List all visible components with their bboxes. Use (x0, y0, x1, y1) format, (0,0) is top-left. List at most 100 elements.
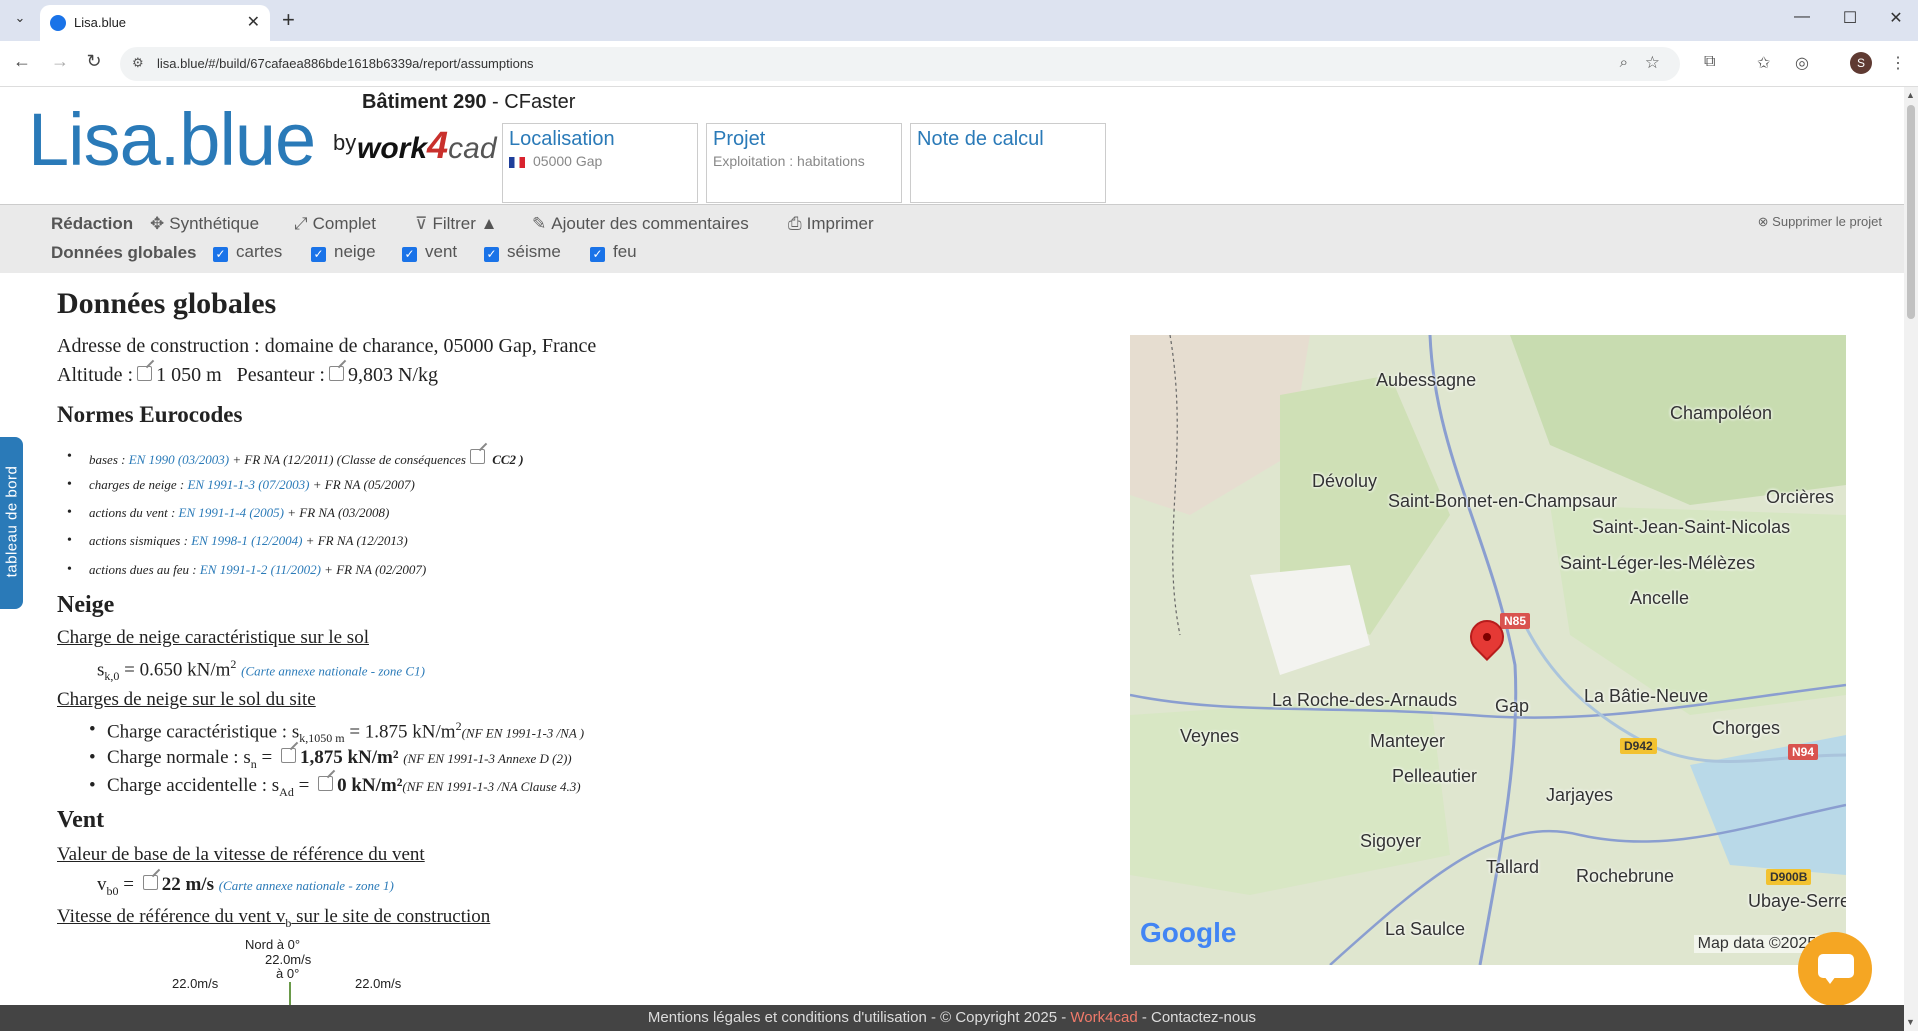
map-label: Jarjayes (1546, 785, 1614, 805)
vent-title: Vent (57, 807, 105, 833)
rose-speed-label: 22.0m/s (265, 952, 312, 967)
filter-feu-checkbox[interactable]: ✓ feu (590, 242, 637, 262)
new-tab-icon[interactable]: + (282, 7, 295, 33)
neige-sol-title: Charge de neige caractéristique sur le s… (57, 627, 369, 648)
address-bar[interactable]: ⚙ lisa.blue/#/build/67cafaea886bde1618b6… (120, 47, 1680, 81)
map-label: Pelleautier (1392, 766, 1478, 786)
norme-link[interactable]: EN 1991-1-2 (11/2002) (200, 562, 321, 577)
logo-by: by (333, 130, 357, 155)
norme-item: actions dues au feu : EN 1991-1-2 (11/20… (67, 562, 426, 578)
location-map[interactable]: Aubessagne Champoléon Dévoluy Saint-Bonn… (1130, 335, 1846, 965)
norme-link[interactable]: EN 1998-1 (12/2004) (191, 533, 302, 548)
print-icon: ⎙ (788, 214, 802, 233)
back-icon[interactable]: ← (10, 51, 34, 75)
rose-left-label: 22.0m/s (172, 976, 219, 991)
edit-altitude-icon[interactable] (137, 366, 153, 381)
synthetique-button[interactable]: ✥ Synthétique (150, 214, 259, 234)
tableau-de-bord-tab[interactable]: tableau de bord (0, 437, 23, 609)
page-scrollbar[interactable]: ▲ ▼ (1904, 87, 1918, 1031)
edit-sn-icon[interactable] (280, 748, 296, 763)
map-label: Saint-Bonnet-en-Champsaur (1388, 491, 1618, 511)
rose-angle-label: à 0° (276, 966, 300, 981)
edit-sad-icon[interactable] (318, 776, 334, 791)
edit-consequences-icon[interactable] (469, 449, 485, 464)
browser-tabbar: ⌄ Lisa.blue ✕ + — ☐ ✕ (0, 0, 1918, 41)
url-text[interactable]: lisa.blue/#/build/67cafaea886bde1618b633… (157, 56, 534, 71)
favicon-icon (50, 15, 66, 31)
supprimer-projet-button[interactable]: ⊗ Supprimer le projet (1758, 214, 1882, 230)
norme-link[interactable]: EN 1991-1-3 (07/2003) (187, 477, 309, 492)
expand-icon: ⤢ (294, 214, 308, 233)
filter-vent-checkbox[interactable]: ✓ vent (402, 242, 457, 262)
filter-neige-checkbox[interactable]: ✓ neige (311, 242, 376, 262)
filter-seisme-checkbox[interactable]: ✓ séisme (484, 242, 561, 262)
complet-button[interactable]: ⤢ Complet (294, 214, 376, 234)
filter-cartes-checkbox[interactable]: ✓ cartes (213, 242, 282, 262)
scroll-thumb[interactable] (1907, 105, 1915, 319)
close-tab-icon[interactable]: ✕ (247, 12, 260, 32)
maximize-icon[interactable]: ☐ (1830, 8, 1870, 32)
rose-axis (289, 982, 291, 1007)
card-projet[interactable]: Projet Exploitation : habitations (706, 123, 902, 203)
map-label: La Saulce (1385, 919, 1466, 939)
map-label: Champoléon (1670, 403, 1773, 423)
map-label: Dévoluy (1312, 471, 1378, 491)
profile-avatar[interactable]: S (1850, 52, 1872, 74)
minimize-icon[interactable]: — (1782, 8, 1822, 32)
filtrer-button[interactable]: ⊽ Filtrer ▲ (415, 214, 497, 234)
lisa-logo[interactable]: Lisa.blue (28, 97, 316, 182)
card-sub: 05000 Gap (509, 153, 602, 169)
vent-base-title: Valeur de base de la vitesse de référenc… (57, 844, 425, 865)
road-badge: N94 (1788, 744, 1819, 760)
map-label: Tallard (1486, 857, 1540, 877)
filter-icon: ⊽ (415, 214, 428, 233)
more-menu-icon[interactable]: ⋮ (1890, 53, 1906, 73)
france-flag-icon (509, 156, 525, 168)
browser-tab[interactable]: Lisa.blue ✕ (40, 5, 270, 41)
ajouter-commentaires-button[interactable]: ✎ Ajouter des commentaires (532, 214, 749, 234)
rose-right-label: 22.0m/s (355, 976, 402, 991)
tab-search-icon[interactable]: ⌄ (8, 10, 32, 32)
edit-vb0-icon[interactable] (142, 875, 158, 890)
caret-up-icon: ▲ (480, 214, 498, 233)
map-label: Orcières (1766, 487, 1835, 507)
card-note-de-calcul[interactable]: Note de calcul (910, 123, 1106, 203)
map-label: La Roche-des-Arnauds (1272, 690, 1458, 710)
section-title: Données globales (57, 287, 277, 320)
zoom-icon[interactable]: ⌕ (1620, 54, 1628, 71)
sk0-formula: sk,0 = 0.650 kN/m2 (Carte annexe nationa… (97, 657, 425, 684)
extensions-icon[interactable]: ⧉ (1704, 53, 1715, 71)
neige-item: Charge normale : sn = 1,875 kN/m² (NF EN… (89, 747, 572, 772)
lens-icon[interactable]: ◎ (1795, 53, 1809, 73)
map-label: Sigoyer (1360, 831, 1422, 851)
map-label: Chorges (1712, 718, 1781, 738)
map-label: Manteyer (1370, 731, 1446, 751)
imprimer-button[interactable]: ⎙ Imprimer (788, 214, 874, 234)
card-localisation[interactable]: Localisation 05000 Gap (502, 123, 698, 203)
forward-icon[interactable]: → (48, 51, 72, 75)
road-badge: D942 (1620, 738, 1657, 754)
delete-circle-icon: ⊗ (1757, 214, 1769, 229)
report-toolbar: Rédaction ✥ Synthétique ⤢ Complet ⊽ Filtrer… (0, 204, 1904, 273)
google-logo: Google (1140, 917, 1237, 948)
site-info-icon[interactable]: ⚙ (132, 55, 144, 71)
page-viewport: Lisa.blue by work4cad Bâtiment 290 - CFa… (0, 87, 1904, 1031)
footer-contact-link[interactable]: - Contactez-nous (1138, 1009, 1256, 1026)
neige-item: Charge caractéristique : sk,1050 m = 1.8… (89, 719, 584, 746)
footer-legal-link[interactable]: Mentions légales et conditions d'utilisa… (648, 1009, 1070, 1026)
footer-brand-link[interactable]: Work4cad (1070, 1009, 1137, 1026)
bookmark-star-icon[interactable]: ☆ (1645, 53, 1660, 73)
norme-item: bases : EN 1990 (03/2003) + FR NA (12/20… (67, 449, 524, 468)
norme-link[interactable]: EN 1990 (03/2003) (129, 452, 229, 467)
norme-link[interactable]: EN 1991-1-4 (2005) (179, 505, 284, 520)
close-window-icon[interactable]: ✕ (1876, 8, 1916, 32)
bookmarks-icon[interactable]: ✩ (1757, 53, 1770, 73)
chat-bubble-icon[interactable] (1798, 932, 1872, 1006)
vent-site-title: Vitesse de référence du vent vb sur le s… (57, 906, 491, 930)
reload-icon[interactable]: ↻ (82, 51, 106, 75)
vb0-formula: vb0 = 22 m/s (Carte annexe nationale - z… (97, 874, 394, 898)
edit-pesanteur-icon[interactable] (328, 366, 344, 381)
altitude-line: Altitude :1 050 m Pesanteur :9,803 N/kg (57, 364, 438, 386)
card-title: Note de calcul (917, 128, 1044, 150)
work4cad-logo: work4cad (357, 125, 497, 167)
